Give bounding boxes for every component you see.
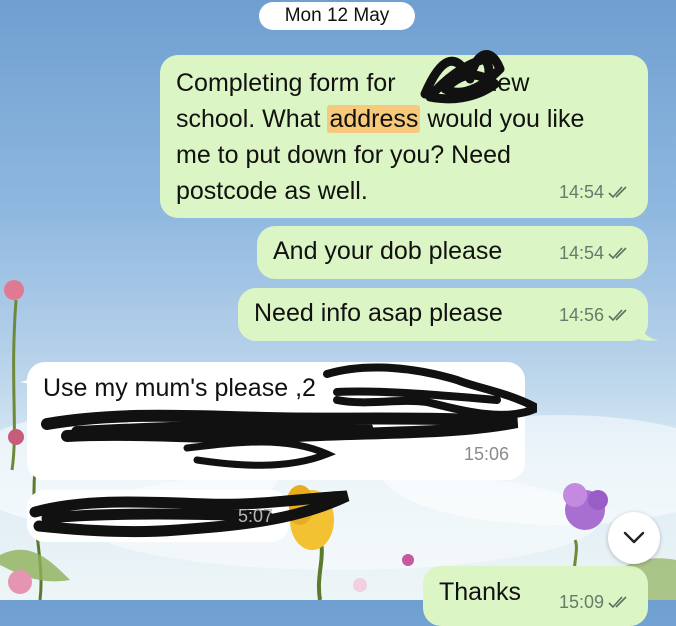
redaction-scribble [420,50,505,104]
message-meta: 14:54 [559,174,632,210]
message-meta: 14:54 [559,235,632,271]
scroll-to-bottom-button[interactable] [608,512,660,564]
redaction-scribble [29,490,350,538]
message-bubble-outgoing[interactable]: Need info asap please 14:56 [238,288,648,341]
double-check-icon [608,309,627,322]
message-time: 15:06 [463,444,509,464]
message-time: 15:09 [558,592,604,612]
message-time: 14:54 [558,182,604,202]
message-bubble-outgoing[interactable]: Thanks 15:09 [423,566,648,626]
redaction-scribble [41,363,537,469]
message-meta: 15:06 [464,436,509,472]
double-check-icon [608,596,627,609]
highlighted-word: address [327,105,421,133]
date-divider-label: Mon 12 May [284,5,390,26]
message-meta: 14:56 [559,297,632,333]
message-time: 14:56 [558,305,604,325]
double-check-icon [608,186,627,199]
message-time: 14:54 [558,243,604,263]
message-bubble-incoming[interactable]: Use my mum's please ,2 15:06 [27,362,537,480]
bubble-tail [636,318,658,341]
message-text-line: Completing form for [176,69,396,97]
message-text-line: school. What [176,105,328,133]
chevron-down-icon [623,531,645,544]
message-text-line: would you like [420,105,585,133]
date-divider: Mon 12 May [259,2,415,30]
message-meta: 5:07 [238,498,273,534]
message-bubble-outgoing[interactable]: Completing form for new school. What addr… [160,50,648,218]
message-time: 5:07 [237,506,273,526]
message-text-line: me to put down for you? Need [176,141,511,169]
message-meta: 15:09 [559,584,632,620]
message-bubble-outgoing[interactable]: And your dob please 14:54 [257,226,648,279]
message-bubble-incoming[interactable]: 5:07 [27,490,350,542]
double-check-icon [608,247,627,260]
